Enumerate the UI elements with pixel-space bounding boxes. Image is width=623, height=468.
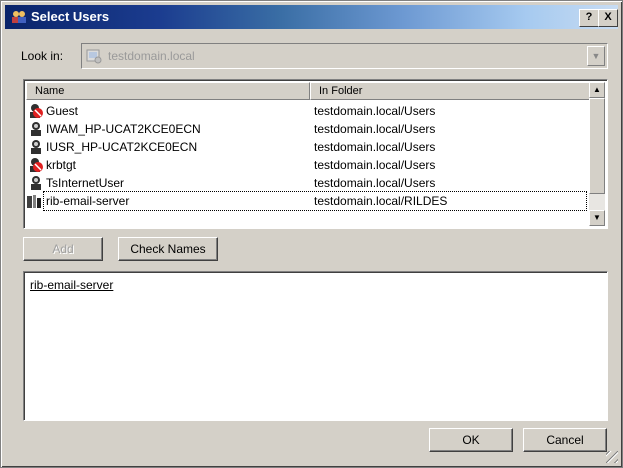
user-icon <box>31 176 41 190</box>
row-name: TsInternetUser <box>46 176 125 190</box>
scroll-thumb[interactable] <box>589 98 605 194</box>
row-folder: testdomain.local/RILDES <box>314 194 448 208</box>
row-name: krbtgt <box>46 158 77 172</box>
user-disabled-icon <box>30 158 43 172</box>
help-button[interactable]: ? <box>579 9 599 27</box>
column-header-name[interactable]: Name <box>26 82 310 100</box>
check-names-button[interactable]: Check Names <box>118 237 218 261</box>
list-scrollbar[interactable]: ▲ ▼ <box>589 82 605 226</box>
select-users-dialog: Select Users ? X Look in: testdomain.loc… <box>0 0 623 468</box>
user-disabled-icon <box>30 104 43 118</box>
group-icon <box>27 195 41 208</box>
chevron-down-icon[interactable]: ▼ <box>587 46 605 66</box>
row-folder: testdomain.local/Users <box>314 176 436 190</box>
add-button[interactable]: Add <box>23 237 103 261</box>
table-row[interactable]: IWAM_HP-UCAT2KCE0ECN testdomain.local/Us… <box>26 120 586 138</box>
table-row-selected[interactable]: rib-email-server testdomain.local/RILDES <box>27 191 587 211</box>
table-row[interactable]: TsInternetUser testdomain.local/Users <box>26 174 586 192</box>
row-folder: testdomain.local/Users <box>314 104 436 118</box>
user-icon <box>31 122 41 136</box>
resize-grip-icon[interactable] <box>606 451 618 463</box>
scroll-down-icon[interactable]: ▼ <box>589 210 605 226</box>
user-icon <box>31 140 41 154</box>
row-folder: testdomain.local/Users <box>314 158 436 172</box>
row-folder: testdomain.local/Users <box>314 122 436 136</box>
row-folder: testdomain.local/Users <box>314 140 436 154</box>
column-header-folder[interactable]: In Folder <box>310 82 590 100</box>
table-row[interactable]: IUSR_HP-UCAT2KCE0ECN testdomain.local/Us… <box>26 138 586 156</box>
results-list[interactable]: Name In Folder Guest testdomain.local/Us… <box>23 79 608 229</box>
selected-names-box[interactable]: rib-email-server <box>23 271 608 421</box>
ok-button[interactable]: OK <box>429 428 513 452</box>
domain-icon <box>86 49 102 64</box>
row-name: IWAM_HP-UCAT2KCE0ECN <box>46 122 201 136</box>
look-in-label: Look in: <box>21 49 64 63</box>
scroll-up-icon[interactable]: ▲ <box>589 82 605 98</box>
close-button[interactable]: X <box>598 9 618 27</box>
look-in-value: testdomain.local <box>108 49 195 63</box>
table-row[interactable]: Guest testdomain.local/Users <box>26 102 586 120</box>
row-name: rib-email-server <box>46 194 130 208</box>
row-name: IUSR_HP-UCAT2KCE0ECN <box>46 140 198 154</box>
table-row[interactable]: krbtgt testdomain.local/Users <box>26 156 586 174</box>
window-title: Select Users <box>31 9 110 24</box>
cancel-button[interactable]: Cancel <box>523 428 607 452</box>
selected-name[interactable]: rib-email-server <box>30 278 113 292</box>
title-bar[interactable]: Select Users ? X <box>5 5 618 29</box>
row-name: Guest <box>46 104 79 118</box>
users-icon <box>12 11 26 23</box>
look-in-dropdown[interactable]: testdomain.local ▼ <box>81 43 608 69</box>
